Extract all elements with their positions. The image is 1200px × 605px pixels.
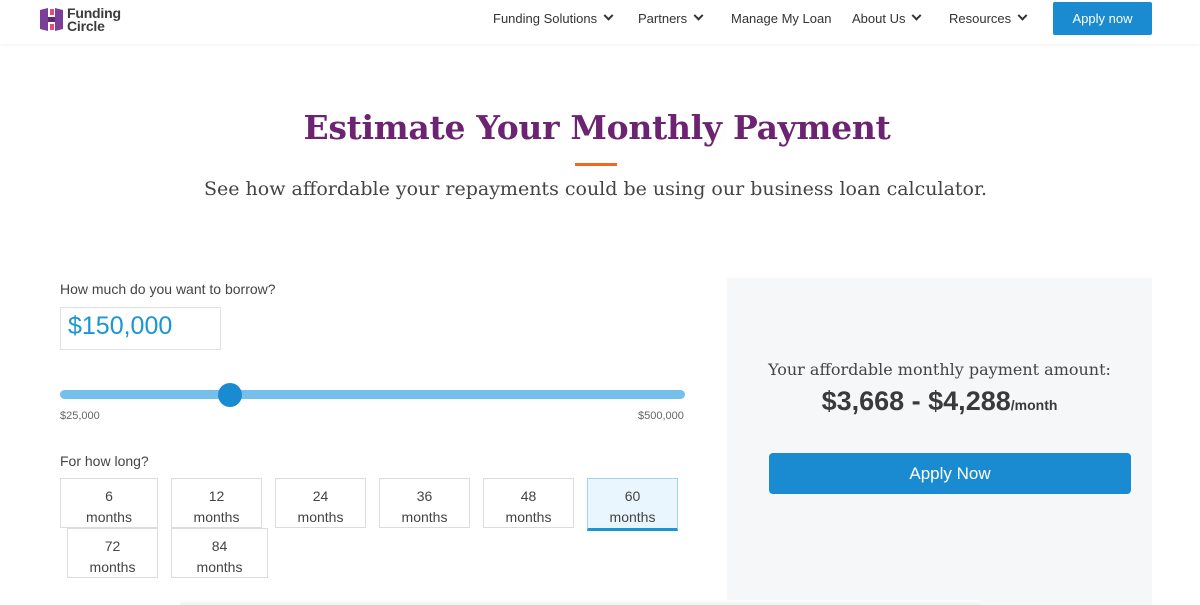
term-option-72-months[interactable]: 72 months xyxy=(67,528,158,578)
loan-amount-slider-track[interactable] xyxy=(60,390,685,399)
term-option-48-months[interactable]: 48 months xyxy=(483,478,574,528)
term-unit: months xyxy=(196,559,243,575)
term-unit: months xyxy=(609,509,656,525)
slider-min-label: $25,000 xyxy=(60,410,100,422)
term-value: 72 xyxy=(104,538,121,554)
loan-amount-slider-handle[interactable] xyxy=(218,383,242,407)
payment-per-month-suffix: /month xyxy=(1010,397,1058,413)
chevron-down-icon xyxy=(693,10,704,21)
apply-now-header-button[interactable]: Apply now xyxy=(1053,2,1152,35)
funding-circle-logo[interactable]: Funding Circle xyxy=(38,6,121,33)
title-underline-divider xyxy=(575,163,617,166)
payment-result-panel: Your affordable monthly payment amount: … xyxy=(727,278,1152,605)
logo-mark-icon xyxy=(40,8,63,31)
term-value: 48 xyxy=(520,488,537,504)
term-option-24-months[interactable]: 24 months xyxy=(275,478,366,528)
term-unit: months xyxy=(89,559,136,575)
nav-funding-solutions[interactable]: Funding Solutions xyxy=(493,10,614,26)
term-unit: months xyxy=(505,509,552,525)
logo-wordmark: Funding Circle xyxy=(67,6,121,34)
term-question-label: For how long? xyxy=(60,453,149,469)
chevron-down-icon xyxy=(603,10,614,21)
nav-about-us[interactable]: About Us xyxy=(852,10,922,26)
nav-partners[interactable]: Partners xyxy=(638,10,704,26)
term-option-84-months[interactable]: 84 months xyxy=(171,528,268,578)
loan-amount-input[interactable]: $150,000 xyxy=(60,307,221,350)
page-title: Estimate Your Monthly Payment xyxy=(303,108,891,147)
term-option-36-months[interactable]: 36 months xyxy=(379,478,470,528)
payment-range-value: $3,668 - $4,288 xyxy=(821,386,1011,416)
term-unit: months xyxy=(297,509,344,525)
nav-label: Manage My Loan xyxy=(731,11,832,26)
term-unit: months xyxy=(401,509,448,525)
nav-manage-my-loan[interactable]: Manage My Loan xyxy=(731,11,831,26)
term-value: 60 xyxy=(624,488,641,504)
chevron-down-icon xyxy=(1017,10,1028,21)
nav-label: Partners xyxy=(638,11,688,26)
nav-label: About Us xyxy=(852,11,906,26)
term-option-60-months[interactable]: 60 months xyxy=(587,478,678,531)
term-unit: months xyxy=(86,509,132,525)
nav-resources[interactable]: Resources xyxy=(949,10,1028,26)
term-value: 84 xyxy=(211,538,228,554)
monthly-payment-amount: $3,668 - $4,288/month xyxy=(727,386,1152,417)
section-bottom-shadow xyxy=(180,600,980,605)
term-value: 12 xyxy=(208,488,225,504)
nav-label: Funding Solutions xyxy=(493,11,598,26)
chevron-down-icon xyxy=(912,10,922,21)
slider-max-label: $500,000 xyxy=(638,410,684,422)
term-option-12-months[interactable]: 12 months xyxy=(171,478,262,528)
site-header: Funding Circle Funding Solutions Partner… xyxy=(0,0,1200,44)
apply-now-button[interactable]: Apply Now xyxy=(769,453,1131,494)
term-value: 36 xyxy=(416,488,433,504)
term-value: 6 xyxy=(105,488,113,504)
nav-label: Resources xyxy=(949,11,1012,26)
term-option-6-months[interactable]: 6 months xyxy=(60,478,158,528)
logo-line-2: Circle xyxy=(67,17,105,34)
page-subtitle: See how affordable your repayments could… xyxy=(203,178,988,200)
borrow-question-label: How much do you want to borrow? xyxy=(60,281,276,297)
monthly-payment-label: Your affordable monthly payment amount: xyxy=(768,360,1111,379)
term-unit: months xyxy=(193,509,240,525)
term-value: 24 xyxy=(312,488,329,504)
